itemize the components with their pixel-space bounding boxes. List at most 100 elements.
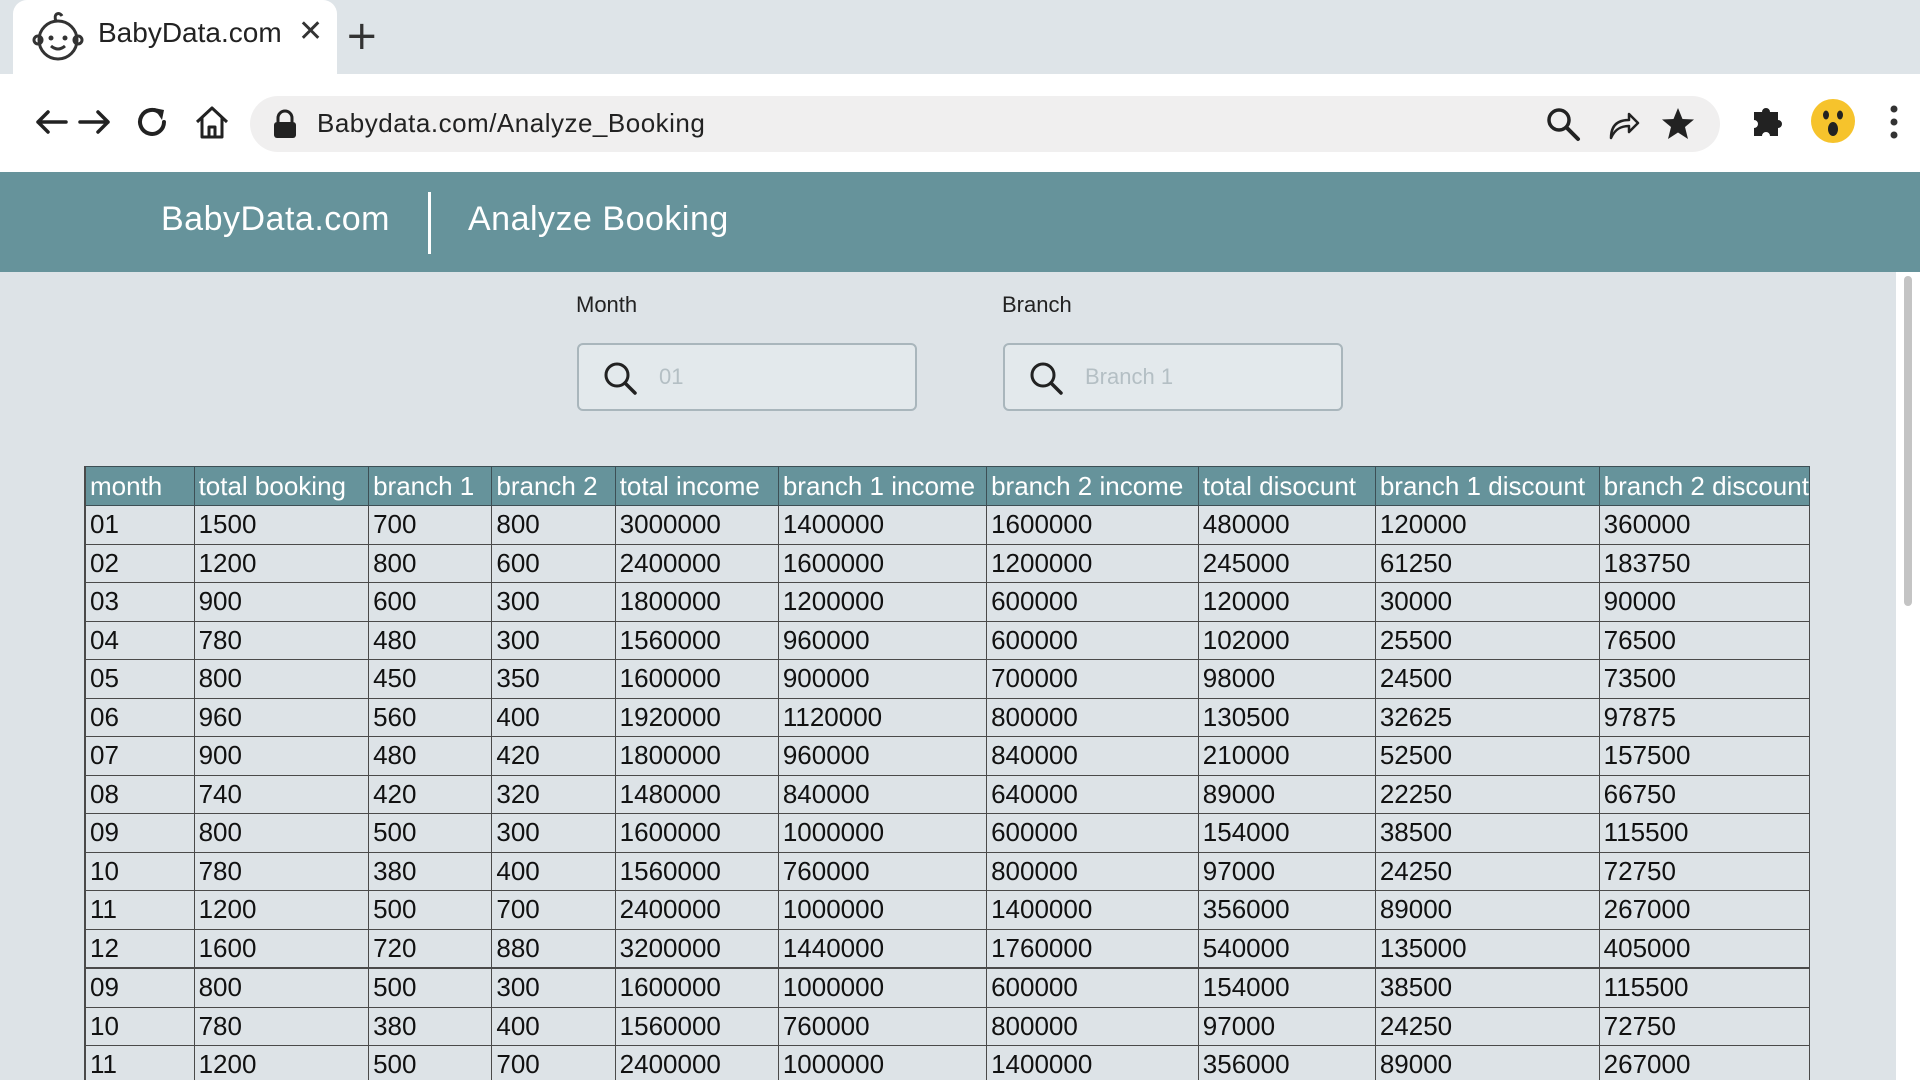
table-cell: 52500 [1374, 736, 1600, 776]
table-cell: 500 [368, 813, 493, 853]
table-cell: 1200000 [777, 582, 988, 622]
table-cell: 1600000 [777, 544, 988, 583]
column-header[interactable]: branch 2 [491, 466, 616, 506]
table-cell: 1200000 [986, 544, 1199, 583]
table-cell: 780 [193, 621, 370, 660]
table-cell: 1000000 [777, 967, 988, 1008]
table-cell: 115500 [1598, 967, 1810, 1008]
star-icon[interactable] [1660, 106, 1696, 142]
table-cell: 72750 [1598, 1007, 1810, 1046]
table-row: 05 800 450 350 1600000 900000 700000 98000 24500… [84, 659, 1810, 699]
table-header-row: month total booking branch 1 branch 2 total … [84, 466, 1810, 506]
table-cell: 800000 [986, 852, 1199, 891]
table-body: 01 1500 700 800 3000000 1400000 1600000 480000 1… [84, 505, 1810, 1080]
surprised-face-icon[interactable] [1810, 98, 1856, 144]
table-cell: 98000 [1197, 659, 1376, 699]
column-header[interactable]: branch 2 discount [1598, 466, 1810, 506]
table-row: 11 1200 500 700 2400000 1000000 1400000 356000 8… [84, 1045, 1810, 1080]
table-row: 12 1600 720 880 3200000 1440000 1760000 540000 1… [84, 929, 1810, 969]
reload-icon[interactable] [132, 102, 172, 142]
table-cell: 10 [84, 852, 195, 891]
back-arrow-icon[interactable] [32, 102, 72, 142]
close-tab-icon[interactable]: ✕ [298, 14, 323, 49]
new-tab-button[interactable]: + [345, 12, 379, 60]
brand-logo[interactable]: BabyData.com [161, 200, 390, 239]
browser-tab-strip: BabyData.com ✕ + [0, 0, 1920, 74]
table-cell: 25500 [1374, 621, 1600, 660]
column-header[interactable]: branch 1 [368, 466, 493, 506]
table-cell: 61250 [1374, 544, 1600, 583]
table-cell: 1800000 [614, 582, 779, 622]
column-header[interactable]: total income [614, 466, 779, 506]
url-text[interactable]: Babydata.com/Analyze_Booking [317, 108, 705, 139]
table-cell: 1440000 [777, 929, 988, 969]
app-header: BabyData.com Analyze Booking [0, 172, 1920, 272]
table-cell: 420 [491, 736, 616, 776]
table-cell: 300 [491, 813, 616, 853]
branch-search-input[interactable] [1083, 355, 1327, 399]
scrollbar-thumb[interactable] [1904, 276, 1912, 606]
page-scrollbar[interactable] [1896, 272, 1920, 1080]
table-cell: 600 [491, 544, 616, 583]
share-icon[interactable] [1605, 106, 1641, 142]
table-cell: 480000 [1197, 505, 1376, 545]
address-bar[interactable]: Babydata.com/Analyze_Booking [250, 96, 1720, 152]
table-cell: 97000 [1197, 852, 1376, 891]
table-cell: 1920000 [614, 698, 779, 737]
table-cell: 480 [368, 621, 493, 660]
table-cell: 640000 [986, 775, 1199, 814]
column-header[interactable]: month [84, 466, 195, 506]
month-filter-label: Month [576, 292, 638, 317]
table-cell: 800 [193, 659, 370, 699]
table-cell: 1120000 [777, 698, 988, 737]
table-cell: 1400000 [986, 890, 1199, 930]
column-header[interactable]: total disocunt [1197, 466, 1376, 506]
column-header[interactable]: branch 1 income [777, 466, 988, 506]
table-cell: 500 [368, 967, 493, 1008]
table-cell: 267000 [1598, 1045, 1810, 1080]
forward-arrow-icon[interactable] [74, 102, 114, 142]
table-cell: 02 [84, 544, 195, 583]
table-cell: 760000 [777, 1007, 988, 1046]
branch-search-box[interactable] [1003, 343, 1343, 411]
table-cell: 600000 [986, 582, 1199, 622]
table-cell: 12 [84, 929, 195, 969]
month-search-box[interactable] [577, 343, 917, 411]
kebab-menu-icon[interactable] [1882, 102, 1920, 142]
column-header[interactable]: branch 2 income [986, 466, 1199, 506]
table-cell: 1480000 [614, 775, 779, 814]
table-cell: 11 [84, 1045, 195, 1080]
table-cell: 04 [84, 621, 195, 660]
table-cell: 97000 [1197, 1007, 1376, 1046]
table-cell: 72750 [1598, 852, 1810, 891]
table-cell: 740 [193, 775, 370, 814]
table-cell: 1500 [193, 505, 370, 545]
table-row: 08 740 420 320 1480000 840000 640000 89000 22250… [84, 775, 1810, 814]
table-cell: 500 [368, 1045, 493, 1080]
table-cell: 11 [84, 890, 195, 930]
home-icon[interactable] [192, 102, 232, 142]
table-cell: 800000 [986, 1007, 1199, 1046]
table-cell: 1000000 [777, 1045, 988, 1080]
search-icon[interactable] [1545, 106, 1581, 142]
table-cell: 97875 [1598, 698, 1810, 737]
table-cell: 267000 [1598, 890, 1810, 930]
table-cell: 356000 [1197, 890, 1376, 930]
table-cell: 3000000 [614, 505, 779, 545]
table-cell: 800 [193, 967, 370, 1008]
column-header[interactable]: total booking [193, 466, 370, 506]
puzzle-icon[interactable] [1748, 102, 1788, 142]
table-cell: 90000 [1598, 582, 1810, 622]
browser-tab[interactable]: BabyData.com ✕ [13, 0, 337, 74]
table-row: 01 1500 700 800 3000000 1400000 1600000 480000 1… [84, 505, 1810, 545]
column-header[interactable]: branch 1 discount [1374, 466, 1600, 506]
table-cell: 960000 [777, 621, 988, 660]
table-cell: 1200 [193, 890, 370, 930]
month-search-input[interactable] [657, 355, 901, 399]
table-cell: 960 [193, 698, 370, 737]
table-cell: 76500 [1598, 621, 1810, 660]
table-cell: 1000000 [777, 890, 988, 930]
table-cell: 07 [84, 736, 195, 776]
table-cell: 1760000 [986, 929, 1199, 969]
table-cell: 38500 [1374, 813, 1600, 853]
